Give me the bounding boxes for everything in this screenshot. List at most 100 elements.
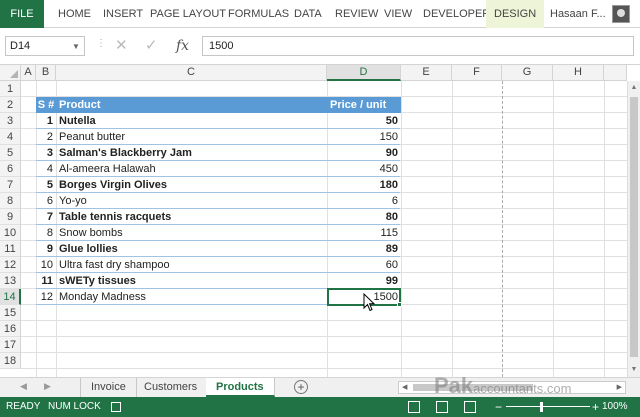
name-box-dropdown-icon[interactable]: ▼ xyxy=(72,42,80,51)
row-header[interactable]: 11 xyxy=(0,241,21,257)
table-cell-price[interactable]: 450 xyxy=(327,161,401,177)
sheet-prev-icon[interactable]: ◀ xyxy=(20,381,27,392)
table-cell-price[interactable]: 50 xyxy=(327,113,401,129)
sheet-tab-products[interactable]: Products xyxy=(206,378,275,397)
zoom-slider-thumb[interactable] xyxy=(540,402,543,412)
select-all-corner[interactable] xyxy=(0,65,21,81)
zoom-slider[interactable] xyxy=(506,406,590,407)
enter-check-icon[interactable]: ✓ xyxy=(145,36,158,56)
table-cell-sn[interactable]: 6 xyxy=(36,193,56,209)
table-cell-price[interactable]: 99 xyxy=(327,273,401,289)
table-cell-product[interactable]: Peanut butter xyxy=(56,129,327,145)
row-header[interactable]: 7 xyxy=(0,177,21,193)
zoom-level[interactable]: 100% xyxy=(602,397,628,417)
row-header[interactable]: 3 xyxy=(0,113,21,129)
row-header-active[interactable]: 14 xyxy=(0,289,21,305)
formula-input[interactable]: 1500 xyxy=(202,36,634,56)
normal-view-icon[interactable] xyxy=(408,401,420,413)
table-cell-sn[interactable]: 12 xyxy=(36,289,56,305)
insert-function-icon[interactable]: fx xyxy=(176,36,189,56)
macro-record-icon[interactable] xyxy=(111,402,121,412)
zoom-in-button[interactable]: + xyxy=(592,397,599,417)
add-sheet-icon[interactable]: + xyxy=(294,380,308,394)
page-layout-view-icon[interactable] xyxy=(436,401,448,413)
table-cell-product[interactable]: Snow bombs xyxy=(56,225,327,241)
row-header[interactable]: 13 xyxy=(0,273,21,289)
column-header-h[interactable]: H xyxy=(553,65,604,81)
table-cell-price[interactable]: 90 xyxy=(327,145,401,161)
scroll-right-icon[interactable]: ▶ xyxy=(617,382,622,393)
tab-data[interactable]: DATA xyxy=(294,0,322,28)
row-header[interactable]: 9 xyxy=(0,209,21,225)
scroll-left-icon[interactable]: ◀ xyxy=(402,382,407,393)
table-cell-price[interactable]: 180 xyxy=(327,177,401,193)
scroll-up-icon[interactable]: ▲ xyxy=(628,81,640,95)
table-cell-sn[interactable]: 5 xyxy=(36,177,56,193)
table-cell-product[interactable]: Table tennis racquets xyxy=(56,209,327,225)
tab-view[interactable]: VIEW xyxy=(384,0,412,28)
row-header[interactable]: 15 xyxy=(0,305,21,321)
table-cell-price[interactable]: 80 xyxy=(327,209,401,225)
table-cell-product[interactable]: Yo-yo xyxy=(56,193,327,209)
column-header-a[interactable]: A xyxy=(21,65,36,81)
sheet-tab-invoice[interactable]: Invoice xyxy=(80,378,137,397)
row-header[interactable]: 12 xyxy=(0,257,21,273)
tab-page-layout[interactable]: PAGE LAYOUT xyxy=(150,0,226,28)
table-header-sn[interactable]: S # xyxy=(36,97,56,113)
sheet-next-icon[interactable]: ▶ xyxy=(44,381,51,392)
row-header[interactable]: 4 xyxy=(0,129,21,145)
table-cell-product[interactable]: Nutella xyxy=(56,113,327,129)
table-cell-price[interactable]: 6 xyxy=(327,193,401,209)
column-header-i[interactable] xyxy=(604,65,627,81)
table-cell-sn[interactable]: 11 xyxy=(36,273,56,289)
row-header[interactable]: 6 xyxy=(0,161,21,177)
table-cell-sn[interactable]: 8 xyxy=(36,225,56,241)
table-cell-product[interactable]: Glue lollies xyxy=(56,241,327,257)
column-header-e[interactable]: E xyxy=(401,65,452,81)
row-header[interactable]: 8 xyxy=(0,193,21,209)
table-cell-product[interactable]: Ultra fast dry shampoo xyxy=(56,257,327,273)
table-cell-sn[interactable]: 9 xyxy=(36,241,56,257)
table-header-price[interactable]: Price / unit xyxy=(327,97,401,113)
page-break-preview-icon[interactable] xyxy=(464,401,476,413)
worksheet-grid[interactable]: A B C D E F G H 1 2 3 4 5 6 7 8 9 10 11 … xyxy=(0,65,640,377)
row-header[interactable]: 5 xyxy=(0,145,21,161)
formula-bar-grip-icon[interactable]: ⋮ xyxy=(96,38,106,54)
table-cell-price[interactable]: 150 xyxy=(327,129,401,145)
table-cell-sn[interactable]: 7 xyxy=(36,209,56,225)
zoom-out-button[interactable]: − xyxy=(495,397,502,417)
table-cell-price[interactable]: 89 xyxy=(327,241,401,257)
table-cell-price[interactable]: 115 xyxy=(327,225,401,241)
cancel-icon[interactable]: ✕ xyxy=(115,36,128,56)
vertical-scrollbar[interactable]: ▲ ▼ xyxy=(627,81,640,377)
tab-home[interactable]: HOME xyxy=(58,0,91,28)
column-header-f[interactable]: F xyxy=(452,65,502,81)
tab-insert[interactable]: INSERT xyxy=(103,0,143,28)
column-header-c[interactable]: C xyxy=(56,65,327,81)
row-header[interactable]: 2 xyxy=(0,97,21,113)
user-name[interactable]: Hasaan F... xyxy=(550,0,606,28)
table-cell-sn[interactable]: 2 xyxy=(36,129,56,145)
tab-design[interactable]: DESIGN xyxy=(486,0,545,28)
row-header[interactable]: 10 xyxy=(0,225,21,241)
sheet-tab-customers[interactable]: Customers xyxy=(134,378,209,397)
table-cell-price[interactable]: 60 xyxy=(327,257,401,273)
tab-review[interactable]: REVIEW xyxy=(335,0,378,28)
column-header-g[interactable]: G xyxy=(502,65,553,81)
vertical-scroll-thumb[interactable] xyxy=(630,97,638,357)
user-avatar[interactable] xyxy=(612,5,630,23)
file-tab[interactable]: FILE xyxy=(0,0,44,28)
column-header-b[interactable]: B xyxy=(36,65,56,81)
row-header[interactable]: 1 xyxy=(0,81,21,97)
table-cell-product[interactable]: sWETy tissues xyxy=(56,273,327,289)
tab-developer[interactable]: DEVELOPER xyxy=(423,0,490,28)
table-cell-product[interactable]: Monday Madness xyxy=(56,289,327,305)
table-cell-product[interactable]: Al-ameera Halawah xyxy=(56,161,327,177)
table-cell-sn[interactable]: 3 xyxy=(36,145,56,161)
table-cell-sn[interactable]: 1 xyxy=(36,113,56,129)
table-cell-product[interactable]: Borges Virgin Olives xyxy=(56,177,327,193)
table-cell-product[interactable]: Salman's Blackberry Jam xyxy=(56,145,327,161)
scroll-down-icon[interactable]: ▼ xyxy=(628,363,640,377)
table-cell-sn[interactable]: 4 xyxy=(36,161,56,177)
table-cell-sn[interactable]: 10 xyxy=(36,257,56,273)
